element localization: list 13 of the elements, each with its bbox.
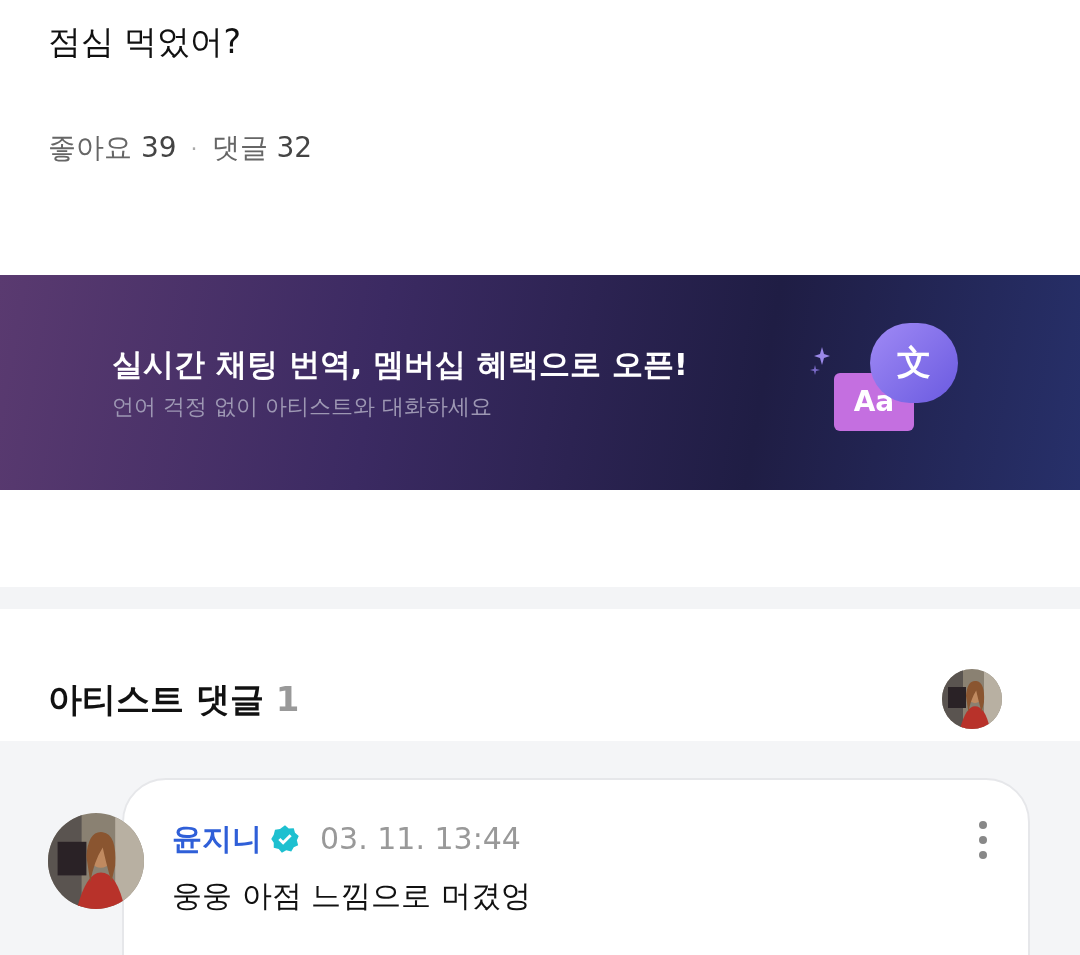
comment-time: 03. 11. 13:44 — [320, 820, 521, 858]
like-count[interactable]: 좋아요 39 — [48, 127, 177, 169]
comment-text: 웅웅 아점 느낌으로 머겼엉 — [172, 877, 531, 915]
translate-drawing: Aa 文 — [810, 322, 960, 443]
more-icon[interactable] — [978, 820, 988, 860]
post-text: 점심 먹었어? — [48, 21, 242, 63]
author-name[interactable]: 윤지니 — [172, 816, 262, 861]
membership-banner[interactable]: 실시간 채팅 번역, 멤버십 혜택으로 오픈! 언어 걱정 없이 아티스트와 대화하세요 Aa 文 — [0, 275, 1080, 490]
banner-subtitle: 언어 걱정 없이 아티스트와 대화하세요 — [112, 392, 493, 421]
comment-count[interactable]: 댓글 32 — [211, 127, 313, 169]
banner-title: 실시간 채팅 번역, 멤버십 혜택으로 오픈! — [112, 344, 688, 384]
separator-dot: · — [190, 134, 198, 163]
section-title: 아티스트 댓글 1 — [48, 677, 300, 721]
